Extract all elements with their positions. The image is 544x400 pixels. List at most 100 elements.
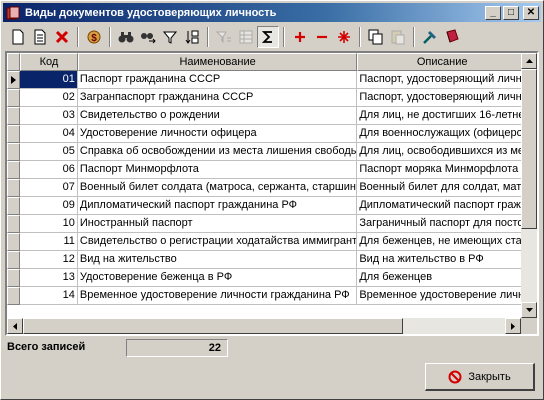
arrow-up-icon bbox=[525, 59, 533, 63]
row-indicator[interactable] bbox=[7, 125, 20, 143]
title-bar[interactable]: Виды документов удостоверяющих личность … bbox=[3, 3, 541, 22]
cell-description[interactable]: Военный билет для солдат, матросов bbox=[357, 179, 521, 197]
cell-name[interactable]: Свидетельство о рождении bbox=[77, 107, 358, 125]
asterisk-button[interactable] bbox=[333, 26, 355, 48]
cell-code[interactable]: 05 bbox=[19, 143, 78, 161]
cell-description[interactable]: Для беженцев, не имеющих статуса bbox=[357, 233, 521, 251]
find-button[interactable] bbox=[115, 26, 137, 48]
cell-description[interactable]: Для беженцев bbox=[357, 269, 521, 287]
table-row[interactable]: 07 Военный билет солдата (матроса, сержан… bbox=[7, 179, 521, 197]
cell-description[interactable]: Заграничный паспорт для постоянно bbox=[357, 215, 521, 233]
sort-button[interactable] bbox=[181, 26, 203, 48]
row-indicator[interactable] bbox=[7, 143, 20, 161]
scroll-right-button[interactable] bbox=[505, 318, 521, 334]
column-header-code[interactable]: Код bbox=[19, 53, 78, 71]
find-next-button[interactable] bbox=[137, 26, 159, 48]
row-indicator[interactable] bbox=[7, 287, 20, 305]
filter-button[interactable] bbox=[159, 26, 181, 48]
delete-button[interactable] bbox=[51, 26, 73, 48]
table-row[interactable]: 12 Вид на жительство Вид на жительство в Р… bbox=[7, 251, 521, 269]
scroll-left-button[interactable] bbox=[7, 318, 23, 334]
paste-button[interactable] bbox=[387, 26, 409, 48]
table-row[interactable]: 10 Иностранный паспорт Заграничный паспорт… bbox=[7, 215, 521, 233]
table-row[interactable]: 05 Справка об освобождении из места лишен… bbox=[7, 143, 521, 161]
filter-off-button[interactable] bbox=[213, 26, 235, 48]
close-window-button[interactable]: ✕ bbox=[523, 5, 539, 20]
cell-description[interactable]: Временное удостоверение личности bbox=[357, 287, 521, 305]
row-indicator[interactable] bbox=[7, 251, 20, 269]
row-indicator[interactable] bbox=[7, 179, 20, 197]
cell-description[interactable]: Паспорт, удостоверяющий личность bbox=[357, 71, 521, 89]
cell-name[interactable]: Вид на жительство bbox=[77, 251, 358, 269]
sum-button[interactable] bbox=[257, 26, 279, 48]
table-row[interactable]: 09 Дипломатический паспорт гражданина РФ Д… bbox=[7, 197, 521, 215]
cell-code[interactable]: 10 bbox=[19, 215, 78, 233]
row-indicator[interactable] bbox=[7, 107, 20, 125]
table-row[interactable]: 14 Временное удостоверение личности гражд… bbox=[7, 287, 521, 305]
scroll-up-button[interactable] bbox=[521, 53, 537, 69]
close-button[interactable]: Закрыть bbox=[425, 363, 535, 391]
cell-code[interactable]: 01 bbox=[19, 71, 78, 89]
group-button[interactable] bbox=[235, 26, 257, 48]
row-indicator[interactable] bbox=[7, 197, 20, 215]
cell-code[interactable]: 07 bbox=[19, 179, 78, 197]
cell-name[interactable]: Паспорт гражданина СССР bbox=[77, 71, 358, 89]
cell-name[interactable]: Военный билет солдата (матроса, сержанта… bbox=[77, 179, 358, 197]
cell-description[interactable]: Паспорт, удостоверяющий личность bbox=[357, 89, 521, 107]
table-row[interactable]: 06 Паспорт Минморфлота Паспорт моряка Минм… bbox=[7, 161, 521, 179]
cell-description[interactable]: Для военнослужащих (офицеров bbox=[357, 125, 521, 143]
cell-code[interactable]: 13 bbox=[19, 269, 78, 287]
add-record-button[interactable] bbox=[289, 26, 311, 48]
edit-doc-button[interactable] bbox=[29, 26, 51, 48]
cell-code[interactable]: 12 bbox=[19, 251, 78, 269]
remove-record-button[interactable] bbox=[311, 26, 333, 48]
row-indicator[interactable] bbox=[7, 215, 20, 233]
table-row[interactable]: 01 Паспорт гражданина СССР Паспорт, удосто… bbox=[7, 71, 521, 89]
copy-button[interactable] bbox=[365, 26, 387, 48]
cell-code[interactable]: 11 bbox=[19, 233, 78, 251]
table-row[interactable]: 02 Загранпаспорт гражданина СССР Паспорт, … bbox=[7, 89, 521, 107]
cell-name[interactable]: Паспорт Минморфлота bbox=[77, 161, 358, 179]
table-row[interactable]: 11 Свидетельство о регистрации ходатайств… bbox=[7, 233, 521, 251]
vertical-scrollbar[interactable] bbox=[521, 53, 537, 318]
cell-description[interactable]: Паспорт моряка Минморфлота СССР bbox=[357, 161, 521, 179]
cell-code[interactable]: 14 bbox=[19, 287, 78, 305]
row-indicator[interactable] bbox=[7, 269, 20, 287]
cell-name[interactable]: Справка об освобождении из места лишения… bbox=[77, 143, 358, 161]
cell-name[interactable]: Загранпаспорт гражданина СССР bbox=[77, 89, 358, 107]
table-row[interactable]: 04 Удостоверение личности офицера Для воен… bbox=[7, 125, 521, 143]
cell-name[interactable]: Удостоверение личности офицера bbox=[77, 125, 358, 143]
cell-name[interactable]: Свидетельство о регистрации ходатайства … bbox=[77, 233, 358, 251]
cell-description[interactable]: Дипломатический паспорт гражданина bbox=[357, 197, 521, 215]
table-row[interactable]: 03 Свидетельство о рождении Для лиц, не до… bbox=[7, 107, 521, 125]
column-header-description[interactable]: Описание bbox=[357, 53, 521, 71]
tools-button[interactable] bbox=[419, 26, 441, 48]
horizontal-scroll-thumb[interactable] bbox=[23, 318, 403, 334]
new-doc-button[interactable] bbox=[7, 26, 29, 48]
row-indicator[interactable] bbox=[7, 161, 20, 179]
cell-name[interactable]: Иностранный паспорт bbox=[77, 215, 358, 233]
cell-description[interactable]: Для лиц, освободившихся из мест bbox=[357, 143, 521, 161]
cell-code[interactable]: 06 bbox=[19, 161, 78, 179]
cell-name[interactable]: Удостоверение беженца в РФ bbox=[77, 269, 358, 287]
maximize-button[interactable]: □ bbox=[503, 5, 519, 20]
money-button[interactable]: $ bbox=[83, 26, 105, 48]
minimize-button[interactable]: _ bbox=[485, 5, 501, 20]
table-row[interactable]: 13 Удостоверение беженца в РФ Для беженцев bbox=[7, 269, 521, 287]
cell-name[interactable]: Дипломатический паспорт гражданина РФ bbox=[77, 197, 358, 215]
row-indicator[interactable] bbox=[7, 89, 20, 107]
cell-description[interactable]: Для лиц, не достигших 16-летнего bbox=[357, 107, 521, 125]
scroll-down-button[interactable] bbox=[521, 302, 537, 318]
book-button[interactable] bbox=[441, 26, 463, 48]
cell-code[interactable]: 04 bbox=[19, 125, 78, 143]
cell-description[interactable]: Вид на жительство в РФ bbox=[357, 251, 521, 269]
cell-code[interactable]: 02 bbox=[19, 89, 78, 107]
cell-code[interactable]: 09 bbox=[19, 197, 78, 215]
column-header-name[interactable]: Наименование bbox=[77, 53, 358, 71]
vertical-scroll-thumb[interactable] bbox=[521, 69, 537, 229]
cell-name[interactable]: Временное удостоверение личности граждан… bbox=[77, 287, 358, 305]
row-indicator[interactable] bbox=[7, 71, 20, 89]
cell-code[interactable]: 03 bbox=[19, 107, 78, 125]
row-indicator[interactable] bbox=[7, 233, 20, 251]
horizontal-scrollbar[interactable] bbox=[7, 318, 521, 334]
